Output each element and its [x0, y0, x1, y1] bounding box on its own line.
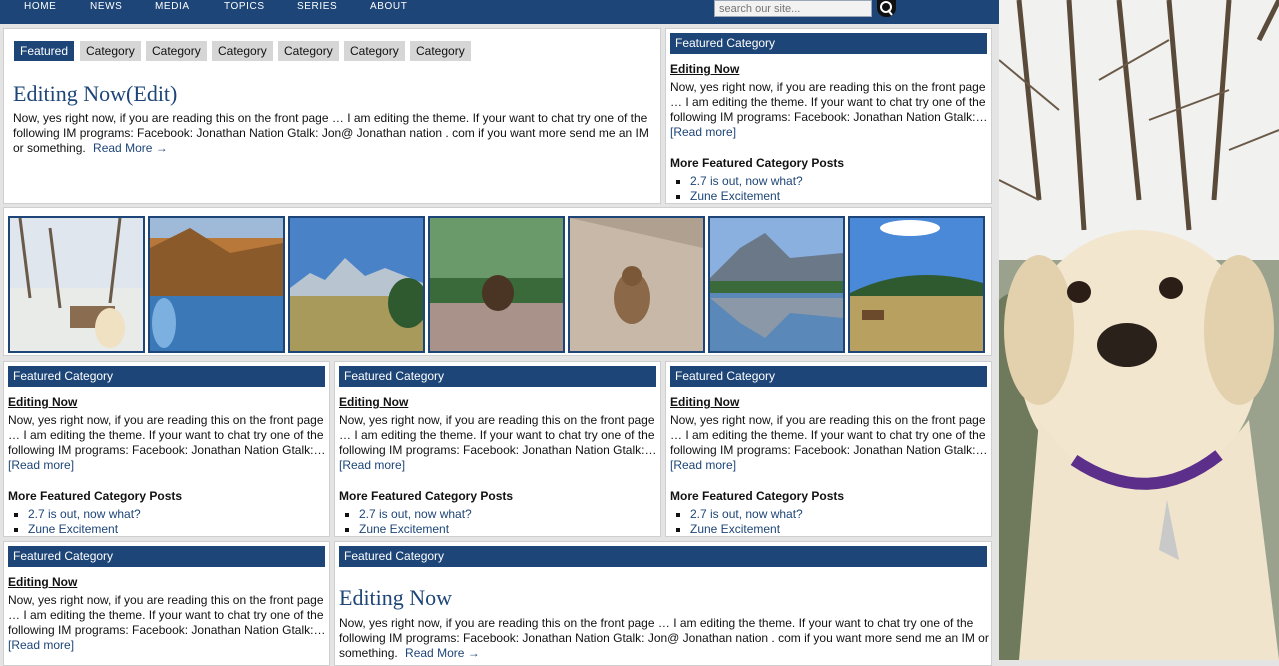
- category-header: Featured Category: [670, 366, 987, 387]
- read-more-link[interactable]: Read More →: [405, 646, 480, 660]
- read-more-link[interactable]: [Read more]: [8, 458, 74, 472]
- more-posts-list: 2.7 is out, now what? Zune Excitement: [8, 507, 141, 536]
- category-header: Featured Category: [8, 546, 325, 567]
- excerpt-text: Now, yes right now, if you are reading t…: [670, 413, 988, 457]
- category-post-title[interactable]: Editing Now: [8, 395, 77, 409]
- nav-media[interactable]: MEDIA: [155, 0, 190, 14]
- wide-category-box: Featured Category Editing Now Now, yes r…: [334, 541, 992, 666]
- gallery-thumb-4[interactable]: [428, 216, 565, 353]
- gallery-thumb-5[interactable]: [568, 216, 705, 353]
- top-nav-bar: HOME NEWS MEDIA TOPICS SERIES ABOUT: [0, 0, 999, 24]
- category-box-row2-1: Featured Category Editing Now Now, yes r…: [3, 361, 330, 537]
- gallery-thumb-2[interactable]: [148, 216, 285, 353]
- tab-featured[interactable]: Featured: [14, 41, 75, 61]
- list-item[interactable]: 2.7 is out, now what?: [690, 507, 803, 522]
- tab-category-5[interactable]: Category: [344, 41, 405, 61]
- tab-category-1[interactable]: Category: [80, 41, 141, 61]
- list-item[interactable]: 2.7 is out, now what?: [690, 174, 803, 189]
- category-header: Featured Category: [339, 546, 987, 567]
- category-excerpt: Now, yes right now, if you are reading t…: [339, 413, 657, 473]
- more-posts-list: 2.7 is out, now what? Zune Excitement: [339, 507, 472, 536]
- list-item[interactable]: Zune Excitement: [690, 189, 803, 203]
- wide-post-title[interactable]: Editing Now: [339, 585, 452, 611]
- category-post-title[interactable]: Editing Now: [670, 62, 739, 76]
- more-posts-heading: More Featured Category Posts: [670, 489, 845, 503]
- featured-post-panel: Featured Category Category Category Cate…: [3, 28, 661, 204]
- excerpt-text: Now, yes right now, if you are reading t…: [8, 593, 326, 637]
- background-dog-photo: [999, 0, 1279, 660]
- category-post-title[interactable]: Editing Now: [339, 395, 408, 409]
- gallery-thumb-1[interactable]: [8, 216, 145, 353]
- category-header: Featured Category: [339, 366, 656, 387]
- nav-topics[interactable]: TOPICS: [224, 0, 265, 14]
- list-item[interactable]: 2.7 is out, now what?: [359, 507, 472, 522]
- tab-category-2[interactable]: Category: [146, 41, 207, 61]
- tab-category-6[interactable]: Category: [410, 41, 471, 61]
- search-input[interactable]: [714, 0, 872, 17]
- nav-news[interactable]: NEWS: [90, 0, 122, 14]
- category-box-top-right: Featured Category Editing Now Now, yes r…: [665, 28, 992, 204]
- photo-gallery: [3, 207, 992, 356]
- excerpt-text: Now, yes right now, if you are reading t…: [670, 80, 988, 124]
- read-more-link[interactable]: [Read more]: [670, 458, 736, 472]
- more-posts-heading: More Featured Category Posts: [339, 489, 514, 503]
- category-excerpt: Now, yes right now, if you are reading t…: [670, 80, 988, 140]
- wide-post-excerpt: Now, yes right now, if you are reading t…: [339, 616, 989, 661]
- category-header: Featured Category: [8, 366, 325, 387]
- search-button[interactable]: [877, 0, 896, 17]
- excerpt-text: Now, yes right now, if you are reading t…: [339, 413, 657, 457]
- category-header: Featured Category: [670, 33, 987, 54]
- category-excerpt: Now, yes right now, if you are reading t…: [670, 413, 988, 473]
- list-item[interactable]: 2.7 is out, now what?: [28, 507, 141, 522]
- category-post-title[interactable]: Editing Now: [670, 395, 739, 409]
- list-item[interactable]: Zune Excitement: [690, 522, 803, 536]
- category-excerpt: Now, yes right now, if you are reading t…: [8, 413, 326, 473]
- category-box-row2-3: Featured Category Editing Now Now, yes r…: [665, 361, 992, 537]
- read-more-link[interactable]: [Read more]: [670, 125, 736, 139]
- tab-category-4[interactable]: Category: [278, 41, 339, 61]
- category-box-row3-1: Featured Category Editing Now Now, yes r…: [3, 541, 330, 666]
- more-posts-list: 2.7 is out, now what? Zune Excitement: [670, 507, 803, 536]
- gallery-thumb-6[interactable]: [708, 216, 845, 353]
- gallery-thumb-7[interactable]: [848, 216, 985, 353]
- read-more-link[interactable]: [Read more]: [8, 638, 74, 652]
- more-posts-heading: More Featured Category Posts: [670, 156, 845, 170]
- nav-series[interactable]: SERIES: [297, 0, 337, 14]
- nav-home[interactable]: HOME: [24, 0, 56, 14]
- tab-category-3[interactable]: Category: [212, 41, 273, 61]
- read-more-link[interactable]: [Read more]: [339, 458, 405, 472]
- category-box-row2-2: Featured Category Editing Now Now, yes r…: [334, 361, 661, 537]
- gallery-thumb-3[interactable]: [288, 216, 425, 353]
- more-posts-heading: More Featured Category Posts: [8, 489, 183, 503]
- featured-post-title[interactable]: Editing Now(Edit): [13, 81, 177, 107]
- list-item[interactable]: Zune Excitement: [28, 522, 141, 536]
- featured-post-excerpt: Now, yes right now, if you are reading t…: [13, 111, 658, 156]
- category-excerpt: Now, yes right now, if you are reading t…: [8, 593, 326, 653]
- read-more-link[interactable]: Read More →: [93, 141, 168, 155]
- category-post-title[interactable]: Editing Now: [8, 575, 77, 589]
- nav-about[interactable]: ABOUT: [370, 0, 407, 14]
- excerpt-text: Now, yes right now, if you are reading t…: [8, 413, 326, 457]
- list-item[interactable]: Zune Excitement: [359, 522, 472, 536]
- search-icon: [880, 1, 893, 16]
- more-posts-list: 2.7 is out, now what? Zune Excitement: [670, 174, 803, 203]
